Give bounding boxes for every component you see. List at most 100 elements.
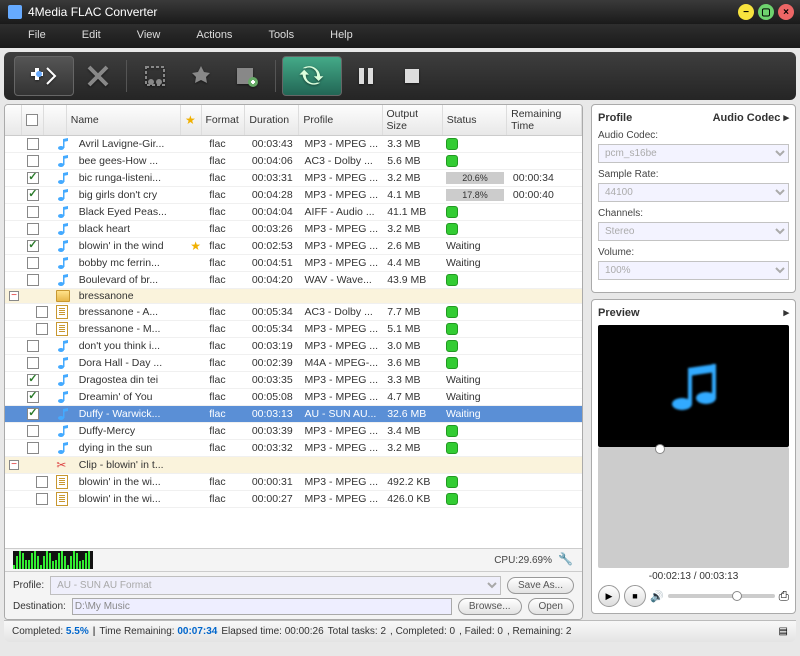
column-header[interactable] <box>43 105 66 136</box>
pause-button[interactable] <box>344 56 388 96</box>
preview-expand-icon[interactable]: ▸ <box>783 306 789 319</box>
table-row[interactable]: bic runga-listeni...flac00:03:31MP3 - MP… <box>5 170 582 187</box>
open-button[interactable]: Open <box>528 598 574 615</box>
output-size-cell: 3.3 MB <box>383 372 442 389</box>
close-button[interactable]: × <box>778 4 794 20</box>
menu-file[interactable]: File <box>10 24 64 48</box>
row-checkbox[interactable] <box>27 223 39 235</box>
row-checkbox[interactable] <box>27 425 39 437</box>
table-row[interactable]: Duffy - Warwick...flac00:03:13AU - SUN A… <box>5 406 582 423</box>
row-checkbox[interactable] <box>27 374 39 386</box>
clip-button[interactable] <box>133 56 177 96</box>
row-checkbox[interactable] <box>27 257 39 269</box>
duration-cell: 00:00:31 <box>248 474 301 491</box>
column-header[interactable] <box>22 105 44 136</box>
column-header[interactable]: Format <box>201 105 245 136</box>
convert-button[interactable] <box>282 56 342 96</box>
star-icon[interactable]: ★ <box>190 239 201 253</box>
table-row[interactable]: Dragostea din teiflac00:03:35MP3 - MPEG … <box>5 372 582 389</box>
row-checkbox[interactable] <box>27 155 39 167</box>
table-row[interactable]: Duffy-Mercyflac00:03:39MP3 - MPEG ...3.4… <box>5 423 582 440</box>
column-header[interactable]: Status <box>442 105 506 136</box>
row-checkbox[interactable] <box>27 138 39 150</box>
table-row[interactable]: Dreamin' of Youflac00:05:08MP3 - MPEG ..… <box>5 389 582 406</box>
stop-preview-button[interactable]: ■ <box>624 585 646 607</box>
volume-icon[interactable]: 🔊 <box>650 590 664 603</box>
table-row[interactable]: Avril Lavigne-Gir...flac00:03:43MP3 - MP… <box>5 136 582 153</box>
table-row[interactable]: don't you think i...flac00:03:19MP3 - MP… <box>5 338 582 355</box>
settings-icon[interactable]: 🔧 <box>558 552 574 568</box>
table-row[interactable]: Black Eyed Peas...flac00:04:04AIFF - Aud… <box>5 204 582 221</box>
table-row[interactable]: bressanone - A...flac00:05:34AC3 - Dolby… <box>5 304 582 321</box>
column-header[interactable]: ★ <box>181 105 202 136</box>
minimize-button[interactable]: − <box>738 4 754 20</box>
expand-toggle[interactable]: − <box>9 291 19 301</box>
profile-select[interactable]: AU - SUN AU Format <box>50 576 501 595</box>
column-header[interactable] <box>5 105 22 136</box>
play-button[interactable]: ▶ <box>598 585 620 607</box>
table-row[interactable]: −✂Clip - blowin' in t... <box>5 457 582 474</box>
field-select[interactable]: 100% <box>598 261 789 280</box>
row-checkbox[interactable] <box>27 206 39 218</box>
select-all-checkbox[interactable] <box>26 114 38 126</box>
menu-view[interactable]: View <box>119 24 179 48</box>
save-as-button[interactable]: Save As... <box>507 577 574 594</box>
field-select[interactable]: 44100 <box>598 183 789 202</box>
table-row[interactable]: dying in the sunflac00:03:32MP3 - MPEG .… <box>5 440 582 457</box>
document-icon <box>56 305 68 319</box>
row-checkbox[interactable] <box>27 442 39 454</box>
row-checkbox[interactable] <box>27 274 39 286</box>
table-row[interactable]: Dora Hall - Day ...flac00:02:39M4A - MPE… <box>5 355 582 372</box>
add-file-button[interactable] <box>14 56 74 96</box>
browse-button[interactable]: Browse... <box>458 598 522 615</box>
row-checkbox[interactable] <box>36 476 48 488</box>
note-icon <box>56 425 70 437</box>
table-row[interactable]: blowin' in the wi...flac00:00:31MP3 - MP… <box>5 474 582 491</box>
column-header[interactable]: Duration <box>245 105 299 136</box>
status-menu-icon[interactable]: ▤ <box>779 626 788 637</box>
row-checkbox[interactable] <box>27 391 39 403</box>
add-profile-button[interactable] <box>225 56 269 96</box>
table-row[interactable]: big girls don't cryflac00:04:28MP3 - MPE… <box>5 187 582 204</box>
menu-tools[interactable]: Tools <box>250 24 312 48</box>
row-checkbox[interactable] <box>36 493 48 505</box>
table-row[interactable]: bee gees-How ...flac00:04:06AC3 - Dolby … <box>5 153 582 170</box>
seek-slider[interactable] <box>598 447 789 569</box>
menu-actions[interactable]: Actions <box>178 24 250 48</box>
field-select[interactable]: Stereo <box>598 222 789 241</box>
row-checkbox[interactable] <box>36 306 48 318</box>
table-row[interactable]: blowin' in the wind★flac00:02:53MP3 - MP… <box>5 238 582 255</box>
snapshot-icon[interactable]: ⎙ <box>779 588 789 604</box>
row-checkbox[interactable] <box>27 357 39 369</box>
remaining-cell: 00:00:34 <box>509 170 582 187</box>
destination-input[interactable] <box>72 598 452 615</box>
menu-edit[interactable]: Edit <box>64 24 119 48</box>
menu-help[interactable]: Help <box>312 24 371 48</box>
column-header[interactable]: Remaining Time <box>507 105 582 136</box>
field-select[interactable]: pcm_s16be <box>598 144 789 163</box>
delete-button[interactable] <box>76 56 120 96</box>
table-row[interactable]: Boulevard of br...flac00:04:20WAV - Wave… <box>5 272 582 289</box>
row-checkbox[interactable] <box>27 189 39 201</box>
row-checkbox[interactable] <box>27 340 39 352</box>
table-row[interactable]: blowin' in the wi...flac00:00:27MP3 - MP… <box>5 491 582 508</box>
volume-slider[interactable] <box>668 594 775 598</box>
table-row[interactable]: bressanone - M...flac00:05:34MP3 - MPEG … <box>5 321 582 338</box>
row-checkbox[interactable] <box>27 172 39 184</box>
table-row[interactable]: black heartflac00:03:26MP3 - MPEG ...3.2… <box>5 221 582 238</box>
table-row[interactable]: −bressanone <box>5 289 582 304</box>
column-header[interactable]: Profile <box>299 105 382 136</box>
effects-button[interactable] <box>179 56 223 96</box>
row-checkbox[interactable] <box>36 323 48 335</box>
column-header[interactable]: Output Size <box>382 105 442 136</box>
status-ready-icon <box>446 493 458 505</box>
profile-cell: MP3 - MPEG ... <box>301 255 384 272</box>
profile-picker[interactable]: Audio Codec ▸ <box>713 111 789 124</box>
column-header[interactable]: Name <box>66 105 180 136</box>
maximize-button[interactable]: ▢ <box>758 4 774 20</box>
row-checkbox[interactable] <box>27 240 39 252</box>
expand-toggle[interactable]: − <box>9 460 19 470</box>
table-row[interactable]: bobby mc ferrin...flac00:04:51MP3 - MPEG… <box>5 255 582 272</box>
row-checkbox[interactable] <box>27 408 39 420</box>
stop-button[interactable] <box>390 56 434 96</box>
